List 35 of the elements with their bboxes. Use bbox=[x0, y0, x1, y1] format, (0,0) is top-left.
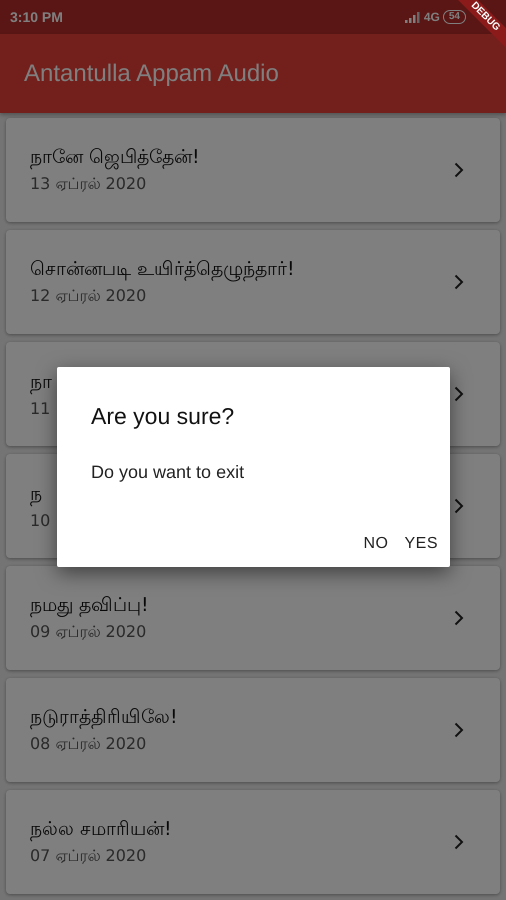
status-time: 3:10 PM bbox=[10, 9, 63, 25]
list-card[interactable]: நடுராத்திரியிலே! 08 ஏப்ரல் 2020 bbox=[6, 678, 500, 782]
chevron-icon bbox=[454, 274, 464, 290]
item-date: 08 ஏப்ரல் 2020 bbox=[30, 734, 148, 754]
item-title: நல்ல சமாரியன்! bbox=[30, 818, 172, 842]
item-date: 11 bbox=[30, 398, 52, 418]
item-title: ந bbox=[30, 482, 43, 506]
list-card[interactable]: சொன்னபடி உயிர்த்தெழுந்தார்! 12 ஏப்ரல் 2020 bbox=[6, 230, 500, 334]
chevron-icon bbox=[454, 162, 464, 178]
list-card[interactable]: நல்ல சமாரியன்! 07 ஏப்ரல் 2020 bbox=[6, 790, 500, 894]
chevron-icon bbox=[454, 834, 464, 850]
dialog-button[interactable]: YES bbox=[398, 529, 444, 559]
item-date: 12 ஏப்ரல் 2020 bbox=[30, 286, 148, 306]
item-date: 07 ஏப்ரல் 2020 bbox=[30, 846, 148, 866]
dialog-title: Are you sure? bbox=[91, 403, 236, 430]
chevron-icon bbox=[454, 386, 464, 402]
item-title: நானே ஜெபித்தேன்! bbox=[30, 146, 200, 170]
list-card[interactable]: நமது தவிப்பு! 09 ஏப்ரல் 2020 bbox=[6, 566, 500, 670]
item-title: நமது தவிப்பு! bbox=[30, 594, 149, 618]
item-date: 13 ஏப்ரல் 2020 bbox=[30, 174, 148, 194]
battery-level: 54 bbox=[442, 10, 466, 24]
chevron-icon bbox=[454, 498, 464, 514]
list-card[interactable]: நானே ஜெபித்தேன்! 13 ஏப்ரல் 2020 bbox=[6, 118, 500, 222]
dialog-message: Do you want to exit bbox=[91, 462, 246, 483]
chevron-icon bbox=[454, 722, 464, 738]
item-date: 09 ஏப்ரல் 2020 bbox=[30, 622, 148, 642]
dialog-button[interactable]: NO bbox=[357, 529, 394, 559]
item-title: நடுராத்திரியிலே! bbox=[30, 706, 178, 730]
item-title: நா bbox=[30, 370, 52, 394]
signal-icon bbox=[404, 12, 421, 22]
chevron-icon bbox=[454, 610, 464, 626]
item-date: 10 bbox=[30, 510, 50, 530]
network-type: 4G bbox=[424, 10, 440, 24]
app-title: Antantulla Appam Audio bbox=[24, 60, 279, 88]
item-title: சொன்னபடி உயிர்த்தெழுந்தார்! bbox=[30, 258, 295, 282]
